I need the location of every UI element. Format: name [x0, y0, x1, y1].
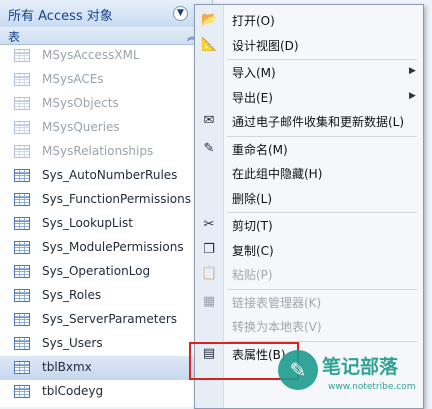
- table-name: MSysQueries: [42, 120, 120, 134]
- menu-separator: [227, 212, 417, 213]
- menu-item[interactable]: ✎ 重命名(M): [195, 138, 423, 160]
- menu-item[interactable]: ✂ 剪切(T): [195, 214, 423, 236]
- table-icon: [14, 313, 30, 326]
- table-row[interactable]: tblBxmx: [0, 356, 212, 380]
- menu-item: 转换为本地表(V): [195, 315, 423, 337]
- menu-item-label: 复制(C): [232, 243, 274, 258]
- watermark: ✎ 笔记部落 www.notetribe.com: [270, 348, 430, 404]
- table-icon: [14, 121, 30, 134]
- menu-item-label: 在此组中隐藏(H): [232, 167, 323, 181]
- table-row[interactable]: Sys_AutoNumberRules: [0, 164, 212, 188]
- table-name: tblCodeyg: [42, 384, 104, 398]
- group-label: 表: [8, 30, 21, 44]
- menu-separator: [227, 288, 417, 290]
- menu-item[interactable]: 在此组中隐藏(H): [195, 162, 423, 184]
- menu-item-label: 删除(L): [232, 191, 273, 206]
- table-name: MSysAccessXML: [42, 48, 140, 62]
- table-name: Sys_FunctionPermissions: [42, 192, 191, 206]
- table-icon: [14, 385, 30, 398]
- table-icon: [14, 193, 30, 206]
- menu-item[interactable]: 导出(E) ▶: [195, 86, 423, 108]
- table-row[interactable]: Sys_Users: [0, 332, 212, 356]
- menu-item-label: 转换为本地表(V): [232, 320, 322, 334]
- menu-item: ▦ 链接表管理器(K): [195, 291, 423, 313]
- nav-pane-header[interactable]: 所有 Access 对象 ▼: [0, 0, 212, 28]
- table-name: MSysRelationships: [42, 144, 154, 158]
- menu-separator: [227, 59, 417, 60]
- group-header-tables[interactable]: 表 ︽: [0, 27, 212, 45]
- menu-item-label: 打开(O): [232, 14, 275, 28]
- table-icon: [14, 73, 30, 86]
- table-row[interactable]: MSysACEs: [0, 68, 212, 92]
- table-icon: [14, 49, 30, 62]
- table-row[interactable]: Sys_FunctionPermissions: [0, 188, 212, 212]
- table-name: tblBxmx: [42, 360, 92, 374]
- table-icon: [14, 169, 30, 182]
- open-icon: 📂: [201, 12, 218, 27]
- copy-icon: ❐: [203, 241, 215, 257]
- watermark-url: www.notetribe.com: [328, 382, 416, 392]
- navigation-pane: 所有 Access 对象 ▼ 表 ︽ MSysAccessXML MSysACEs…: [0, 0, 213, 407]
- table-icon: [14, 265, 30, 278]
- menu-item-label: 导入(M): [232, 66, 276, 80]
- design-view-icon: 📐: [201, 36, 218, 52]
- table-icon: [14, 337, 30, 350]
- table-name: Sys_OperationLog: [42, 264, 151, 278]
- watermark-title: 笔记部落: [322, 356, 399, 378]
- table-icon: [14, 361, 30, 374]
- table-icon: [14, 241, 30, 254]
- table-icon: [14, 97, 30, 110]
- table-name: Sys_ServerParameters: [42, 312, 178, 326]
- table-row[interactable]: tblCodeyg: [0, 380, 212, 404]
- table-name: MSysACEs: [42, 72, 104, 86]
- menu-item-label: 粘贴(P): [232, 268, 273, 282]
- nav-pane-title: 所有 Access 对象: [8, 9, 113, 24]
- table-list: MSysAccessXML MSysACEs MSysObjects MSysQuer…: [0, 44, 212, 404]
- table-row[interactable]: MSysAccessXML: [0, 44, 212, 68]
- menu-item[interactable]: 📐 设计视图(D): [195, 34, 423, 56]
- menu-item-label: 重命名(M): [232, 142, 288, 157]
- submenu-arrow-icon: ▶: [409, 90, 416, 101]
- table-icon: [14, 217, 30, 230]
- menu-item-label: 设计视图(D): [232, 38, 299, 53]
- menu-item-label: 通过电子邮件收集和更新数据(L): [232, 115, 405, 129]
- paste-icon: 📋: [201, 266, 218, 281]
- menu-separator: [227, 135, 417, 137]
- table-icon: [14, 289, 30, 302]
- menu-item-label: 链接表管理器(K): [232, 295, 322, 310]
- table-name: Sys_LookupList: [42, 216, 133, 230]
- scissors-icon: ✂: [203, 217, 215, 232]
- table-row[interactable]: Sys_ServerParameters: [0, 308, 212, 332]
- menu-item[interactable]: 导入(M) ▶: [195, 61, 423, 83]
- linked-table-manager-icon: ▦: [202, 293, 216, 309]
- table-name: Sys_Roles: [42, 288, 102, 302]
- table-row[interactable]: MSysRelationships: [0, 140, 212, 164]
- menu-item[interactable]: ❐ 复制(C): [195, 239, 423, 261]
- menu-item-label: 剪切(T): [232, 219, 273, 233]
- menu-item-label: 导出(E): [232, 90, 273, 105]
- menu-item[interactable]: 删除(L): [195, 187, 423, 209]
- menu-item[interactable]: ✉ 通过电子邮件收集和更新数据(L): [195, 110, 423, 132]
- chevron-down-circle-icon[interactable]: ▼: [173, 6, 188, 21]
- rename-icon: ✎: [203, 140, 215, 156]
- menu-item[interactable]: 📂 打开(O): [195, 9, 423, 31]
- table-row[interactable]: Sys_LookupList: [0, 212, 212, 236]
- table-row[interactable]: Sys_ModulePermissions: [0, 236, 212, 260]
- table-name: Sys_AutoNumberRules: [42, 168, 178, 182]
- table-name: Sys_ModulePermissions: [42, 240, 184, 254]
- table-row[interactable]: Sys_Roles: [0, 284, 212, 308]
- table-name: MSysObjects: [42, 96, 119, 110]
- table-name: Sys_Users: [42, 336, 103, 350]
- table-icon: [14, 145, 30, 158]
- feather-pen-logo: ✎: [278, 350, 318, 390]
- table-row[interactable]: MSysObjects: [0, 92, 212, 116]
- table-row[interactable]: MSysQueries: [0, 116, 212, 140]
- submenu-arrow-icon: ▶: [409, 66, 416, 76]
- menu-item: 📋 粘贴(P): [195, 263, 423, 285]
- table-row[interactable]: Sys_OperationLog: [0, 260, 212, 284]
- email-collect-icon: ✉: [203, 113, 215, 128]
